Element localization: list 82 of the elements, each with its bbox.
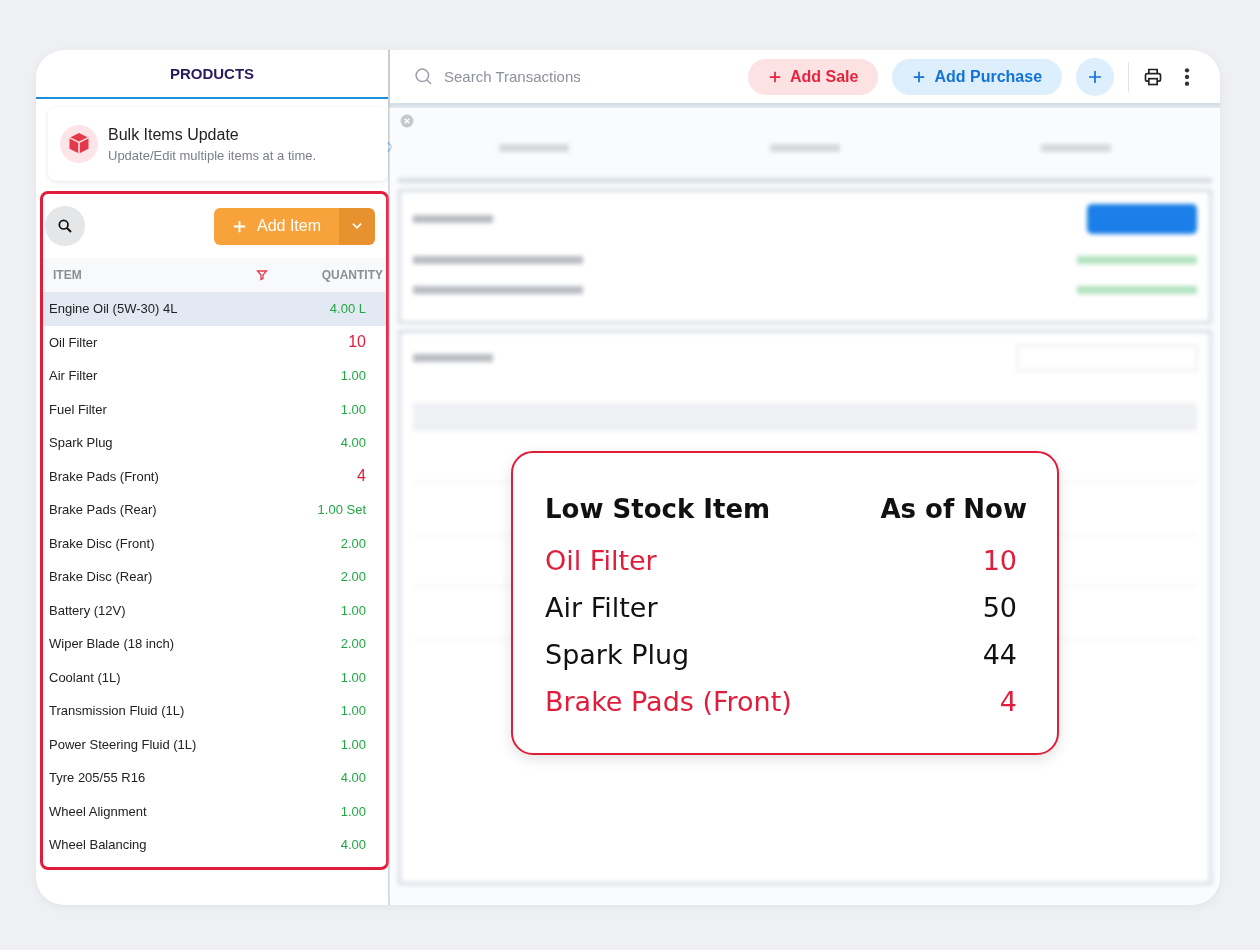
item-row[interactable]: Brake Pads (Front) 4 [43,459,386,493]
filter-icon[interactable] [255,269,268,281]
item-row[interactable]: Fuel Filter 1.00 [43,392,386,426]
item-name: Oil Filter [49,334,98,350]
column-header: ITEM [53,268,82,282]
item-name: Battery (12V) [49,602,126,618]
item-quantity: 2.00 [340,636,366,652]
item-row[interactable]: Battery (12V) 1.00 [43,593,386,627]
search-icon [414,66,434,87]
column-header: Low Stock Item [545,494,771,524]
item-quantity: 1.00 [340,401,366,417]
item-quantity: 1.00 [340,736,366,752]
item-quantity: 4.00 [340,435,366,451]
item-quantity: 4.00 L [329,301,366,317]
item-quantity: 4.00 [340,770,366,786]
column-header: As of Now [880,494,1027,524]
item-name: Brake Disc (Front) [49,535,155,551]
item-name: Engine Oil (5W-30) 4L [49,301,178,317]
plus-icon [912,69,927,84]
dropdown-button[interactable] [339,207,375,245]
print-icon[interactable] [1143,66,1164,87]
bulk-update-title: Bulk Items Update [108,125,240,144]
search-icon [57,218,73,234]
stock-value: 50 [982,592,1017,623]
item-row[interactable]: Brake Disc (Rear) 2.00 [43,560,386,594]
item-quantity: 4 [357,467,366,486]
item-row[interactable]: Wheel Balancing 4.00 [43,828,386,862]
item-row[interactable]: Spark Plug 4.00 [43,426,386,460]
item-quantity: 10 [348,333,366,352]
item-name: Wheel Alignment [49,803,147,819]
item-row[interactable]: Power Steering Fluid (1L) 1.00 [43,727,386,761]
item-quantity: 1.00 [340,703,366,719]
search-field[interactable]: Search Transactions [442,67,732,86]
item-quantity: 1.00 [340,602,366,618]
box-icon [60,125,98,163]
search-button[interactable] [45,206,85,246]
plus-icon [1087,68,1104,85]
item-row[interactable]: Transmission Fluid (1L) 1.00 [43,694,386,728]
item-name: Power Steering Fluid (1L) [49,736,197,752]
bulk-update-card[interactable]: Bulk Items Update Update/Edit multiple items at a time. [48,107,388,181]
item-quantity: 1.00 [340,669,366,685]
plus-icon [768,69,782,84]
add-button[interactable] [1076,57,1115,96]
bulk-update-subtitle: Update/Edit multiple items at a time. [108,147,317,163]
item-quantity: 4.00 [340,837,366,853]
item-row[interactable]: Tyre 205/55 R16 4.00 [43,761,386,795]
item-name: Brake Disc (Rear) [49,569,153,585]
item-row[interactable]: Brake Pads (Rear) 1.00 Set [43,493,386,527]
item-quantity: 2.00 [340,535,366,551]
item-name: Air Filter [49,368,98,384]
item-name: Spark Plug [545,639,690,670]
item-name: Brake Pads (Front) [49,468,159,484]
item-row[interactable]: Coolant (1L) 1.00 [43,660,386,694]
item-name: Oil Filter [545,545,657,576]
item-row[interactable]: Wheel Alignment 1.00 [43,794,386,828]
item-row[interactable]: Brake Disc (Front) 2.00 [43,526,386,560]
item-quantity: 2.00 [340,569,366,585]
item-quantity: 1.00 [340,368,366,384]
stock-value: 10 [982,545,1017,576]
column-header: QUANTITY [321,268,383,282]
item-name: Transmission Fluid (1L) [49,703,185,719]
item-row[interactable]: Engine Oil (5W-30) 4L 4.00 L [43,292,386,326]
item-name: Air Filter [545,592,658,623]
add-purchase-button[interactable]: Add Purchase [892,58,1063,95]
add-sale-button[interactable]: Add Sale [748,58,879,95]
stock-value: 4 [998,686,1017,717]
item-quantity: 1.00 Set [317,502,366,518]
item-name: Fuel Filter [49,401,107,417]
item-name: Wheel Balancing [49,837,147,853]
stock-value: 44 [982,639,1017,670]
plus-icon [232,218,247,234]
item-quantity: 1.00 [340,803,366,819]
item-name: Coolant (1L) [49,669,121,685]
item-row[interactable]: Wiper Blade (18 inch) 2.00 [43,627,386,661]
item-name: Brake Pads (Rear) [49,502,157,518]
item-row[interactable]: Air Filter 1.00 [43,359,386,393]
item-name: Wiper Blade (18 inch) [49,636,174,652]
products-tab[interactable]: PRODUCTS [36,50,388,99]
item-row[interactable]: Oil Filter 10 [43,325,386,359]
item-name: Tyre 205/55 R16 [49,770,146,786]
item-name: Brake Pads (Front) [545,686,792,717]
item-name: Spark Plug [49,435,113,451]
